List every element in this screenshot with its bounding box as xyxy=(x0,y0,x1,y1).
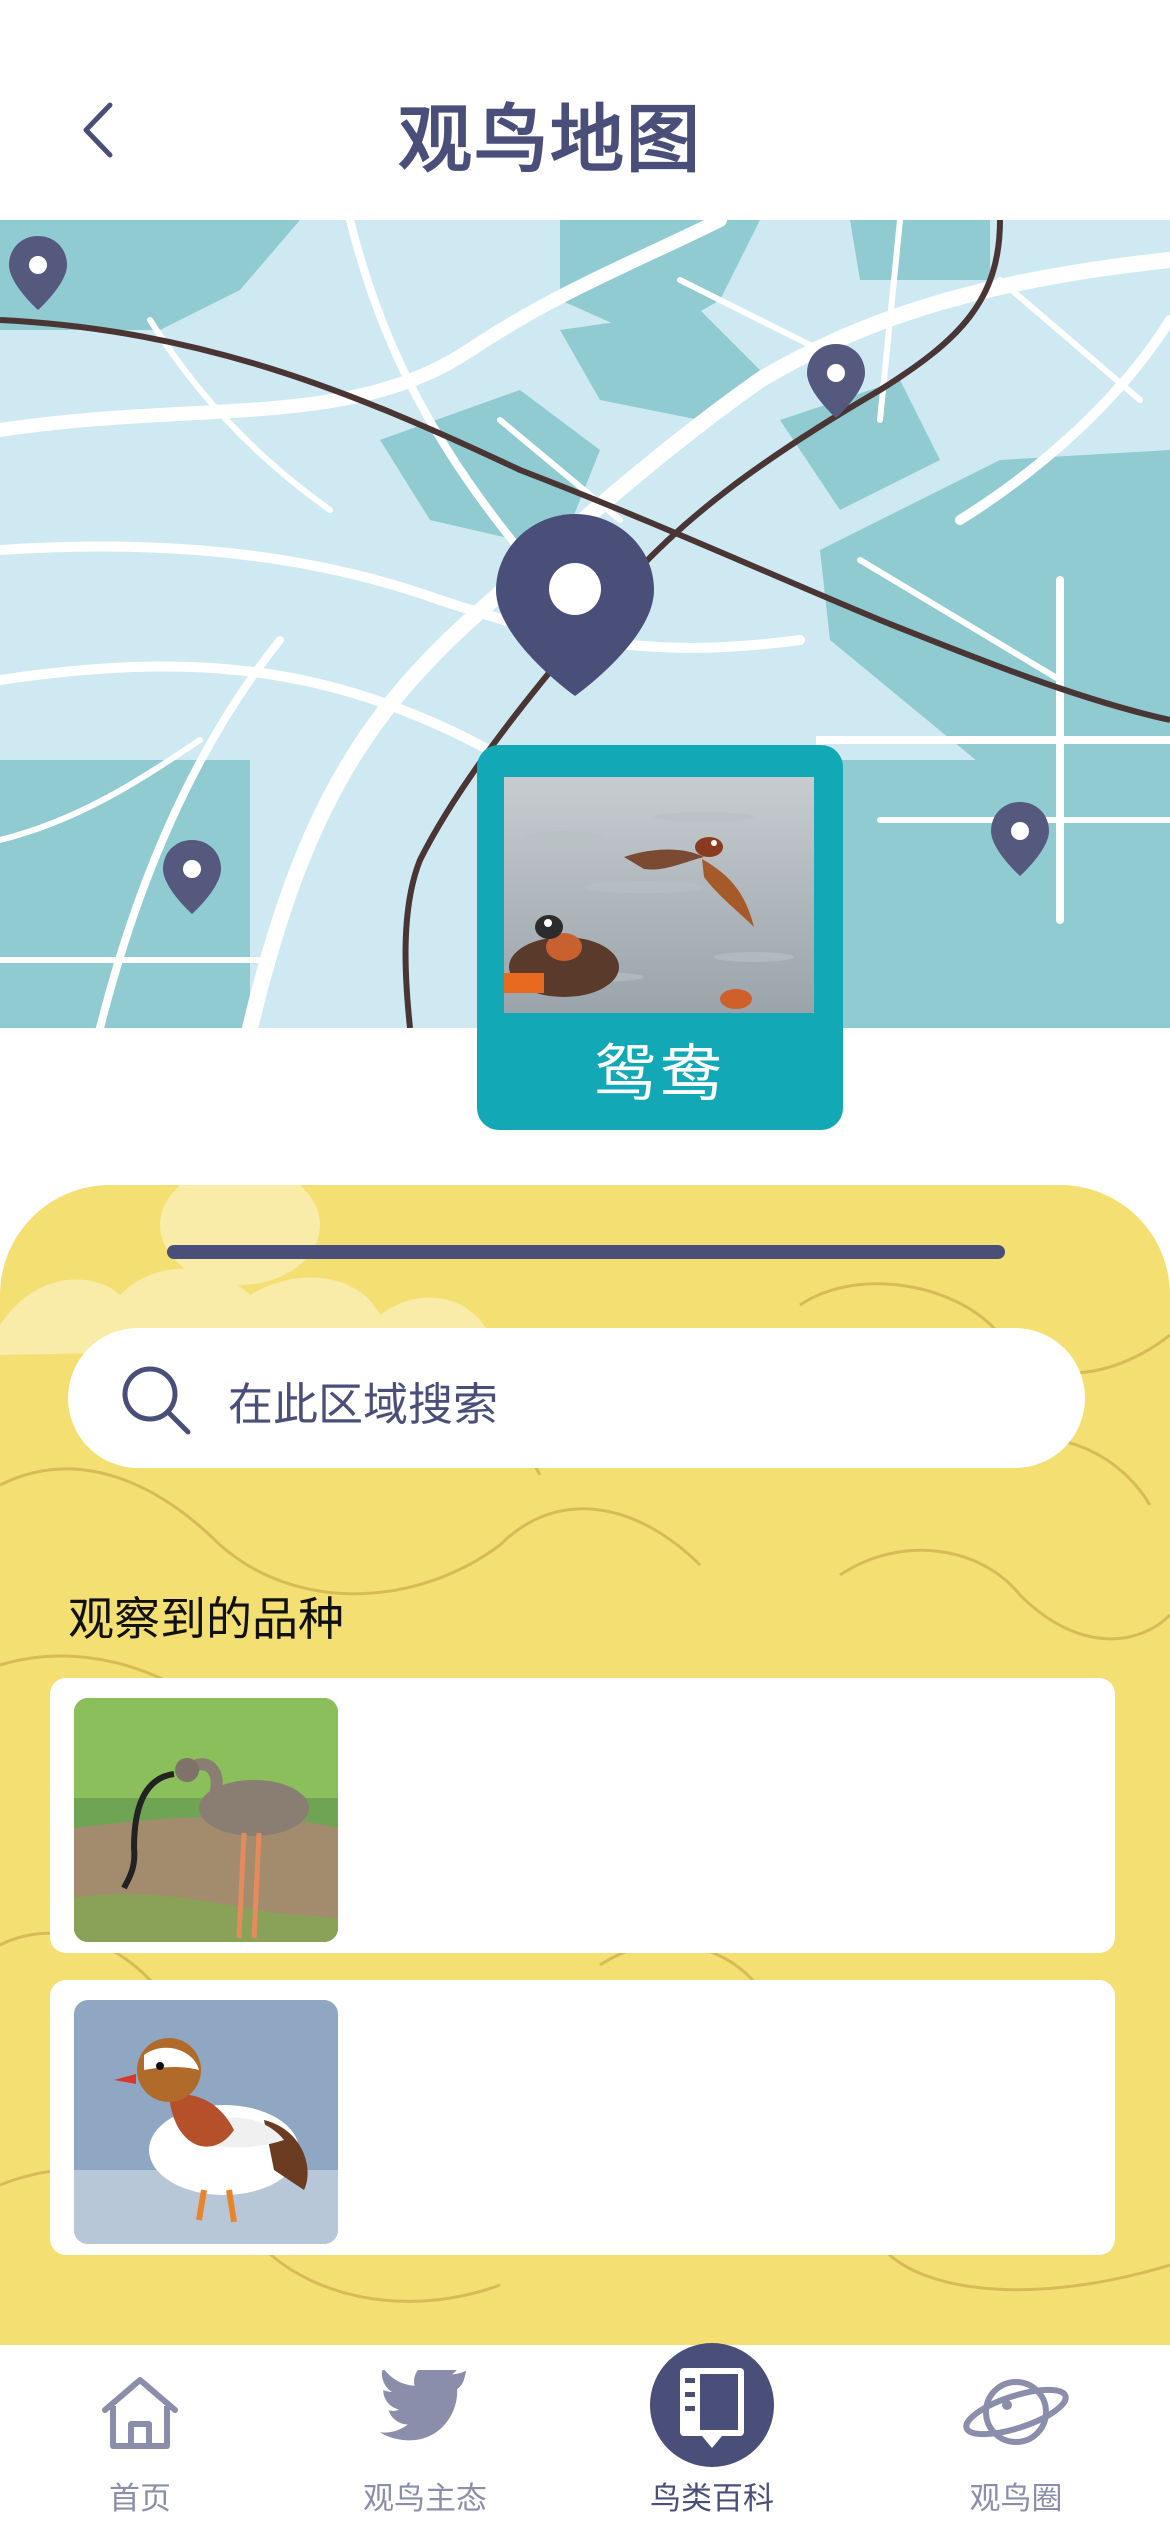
bird-photo xyxy=(504,777,814,1013)
bottom-tab-bar: 首页 观鸟主态 鸟类百科 观鸟圈 xyxy=(0,2343,1170,2532)
species-card[interactable] xyxy=(50,1678,1115,1953)
map-pin-marker[interactable] xyxy=(160,838,224,916)
search-input[interactable]: 在此区域搜索 xyxy=(228,1368,498,1433)
map-pin-marker[interactable] xyxy=(804,342,868,420)
selected-bird-popup[interactable]: 鸳鸯 xyxy=(477,745,843,1130)
planet-icon xyxy=(963,2379,1069,2445)
bottom-sheet: 在此区域搜索 观察到的品种 xyxy=(0,1185,1170,2345)
tab-label: 鸟类百科 xyxy=(650,2481,774,2517)
tab-label: 观鸟圈 xyxy=(969,2481,1063,2517)
tab-label: 观鸟主态 xyxy=(363,2481,487,2517)
map-pin-marker[interactable] xyxy=(6,234,70,312)
sheet-drag-handle[interactable] xyxy=(167,1245,1005,1259)
species-photo xyxy=(74,2000,338,2244)
search-bar[interactable]: 在此区域搜索 xyxy=(68,1328,1085,1468)
tab-bird-encyclopedia[interactable]: 鸟类百科 xyxy=(592,2343,832,2532)
species-photo xyxy=(74,1698,338,1942)
bird-name-label: 鸳鸯 xyxy=(593,1037,726,1110)
home-icon xyxy=(102,2377,178,2449)
observed-species-heading: 观察到的品种 xyxy=(68,1592,344,1646)
map-pin-marker[interactable] xyxy=(988,800,1052,878)
tab-home[interactable]: 首页 xyxy=(20,2345,260,2532)
tab-label: 首页 xyxy=(109,2481,171,2517)
search-icon xyxy=(122,1366,191,1435)
tab-birding-circle[interactable]: 观鸟圈 xyxy=(896,2345,1136,2532)
tab-bird-ecology[interactable]: 观鸟主态 xyxy=(305,2345,545,2532)
bird-icon xyxy=(379,2370,466,2441)
species-card[interactable] xyxy=(50,1980,1115,2255)
selected-location-pin-icon[interactable] xyxy=(490,510,660,700)
book-icon xyxy=(650,2343,774,2467)
page-title: 观鸟地图 xyxy=(398,97,702,183)
app-header: 观鸟地图 xyxy=(0,0,1170,220)
